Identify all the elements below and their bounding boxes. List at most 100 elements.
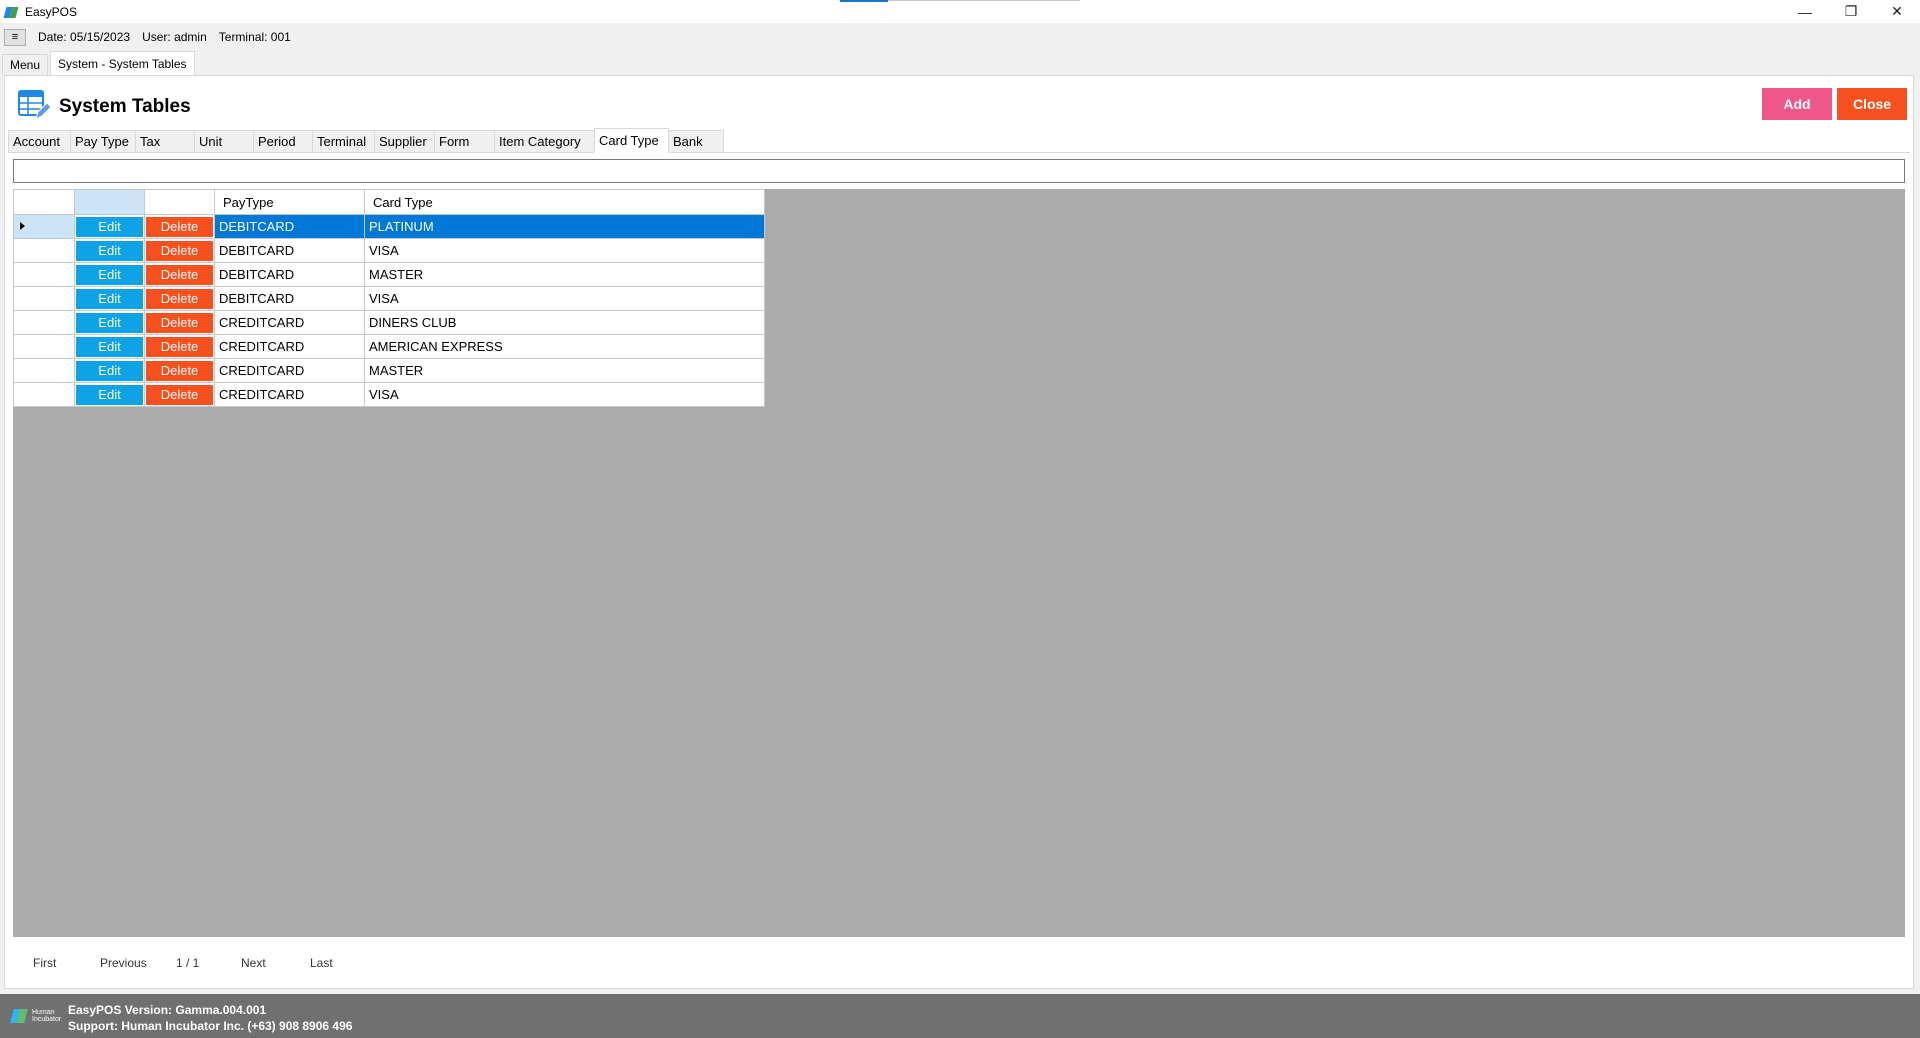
next-page-button[interactable]: Next: [241, 956, 266, 970]
add-button[interactable]: Add: [1762, 88, 1832, 120]
section-tab-bank[interactable]: Bank: [668, 130, 724, 152]
minimize-icon[interactable]: —: [1782, 0, 1828, 23]
paytype-cell[interactable]: CREDITCARD: [214, 310, 365, 335]
row-header-column: [13, 189, 75, 215]
section-tab-item-category[interactable]: Item Category: [494, 130, 595, 152]
row-header-cell[interactable]: [13, 334, 75, 359]
cardtype-column-header[interactable]: Card Type: [364, 189, 765, 215]
tab-system-tables[interactable]: System - System Tables: [50, 51, 195, 75]
delete-button[interactable]: Delete: [146, 288, 213, 309]
edit-column-header[interactable]: [74, 189, 145, 215]
human-incubator-logo-icon: Human Incubator: [10, 1009, 64, 1025]
paytype-cell[interactable]: CREDITCARD: [214, 334, 365, 359]
main-panel: System Tables Add Close Account Pay Type T…: [4, 75, 1914, 989]
delete-button[interactable]: Delete: [146, 240, 213, 261]
paytype-cell[interactable]: DEBITCARD: [214, 286, 365, 311]
table-row[interactable]: Edit Delete CREDITCARD MASTER: [13, 358, 765, 383]
edit-cell: Edit: [74, 262, 145, 287]
footer: Human Incubator EasyPOS Version: Gamma.0…: [0, 994, 1920, 1038]
delete-button[interactable]: Delete: [146, 384, 213, 405]
edit-cell: Edit: [74, 286, 145, 311]
title-accent-line: [888, 0, 1080, 1]
close-window-icon[interactable]: ✕: [1874, 0, 1920, 23]
row-header-cell[interactable]: [13, 238, 75, 263]
section-tab-period[interactable]: Period: [253, 130, 313, 152]
row-header-cell[interactable]: [13, 358, 75, 383]
edit-button[interactable]: Edit: [76, 384, 143, 405]
delete-button[interactable]: Delete: [146, 312, 213, 333]
cardtype-cell[interactable]: MASTER: [364, 358, 765, 383]
edit-button[interactable]: Edit: [76, 240, 143, 261]
delete-cell: Delete: [144, 262, 215, 287]
footer-logo-text: Human Incubator: [32, 1009, 62, 1023]
cardtype-cell[interactable]: VISA: [364, 238, 765, 263]
row-header-cell[interactable]: [13, 214, 75, 239]
edit-cell: Edit: [74, 334, 145, 359]
paytype-cell[interactable]: DEBITCARD: [214, 262, 365, 287]
table-row[interactable]: Edit Delete DEBITCARD MASTER: [13, 262, 765, 287]
cardtype-cell[interactable]: PLATINUM: [364, 214, 765, 239]
delete-column-header[interactable]: [144, 189, 215, 215]
terminal-label: Terminal: 001: [218, 30, 291, 44]
table-row[interactable]: Edit Delete CREDITCARD VISA: [13, 382, 765, 407]
row-header-cell[interactable]: [13, 262, 75, 287]
search-input[interactable]: [13, 159, 1905, 183]
cardtype-cell[interactable]: VISA: [364, 286, 765, 311]
close-button[interactable]: Close: [1837, 88, 1907, 120]
table-row[interactable]: Edit Delete CREDITCARD DINERS CLUB: [13, 310, 765, 335]
title-accent: [840, 0, 888, 2]
page-title: System Tables: [59, 96, 191, 117]
row-header-cell[interactable]: [13, 310, 75, 335]
row-header-cell[interactable]: [13, 286, 75, 311]
edit-cell: Edit: [74, 310, 145, 335]
delete-button[interactable]: Delete: [146, 360, 213, 381]
delete-button[interactable]: Delete: [146, 216, 213, 237]
paytype-cell[interactable]: CREDITCARD: [214, 358, 365, 383]
section-tab-unit[interactable]: Unit: [194, 130, 254, 152]
paytype-column-header[interactable]: PayType: [214, 189, 365, 215]
delete-cell: Delete: [144, 310, 215, 335]
section-tab-pay-type[interactable]: Pay Type: [70, 130, 136, 152]
delete-button[interactable]: Delete: [146, 264, 213, 285]
edit-button[interactable]: Edit: [76, 336, 143, 357]
cardtype-cell[interactable]: DINERS CLUB: [364, 310, 765, 335]
section-tab-terminal[interactable]: Terminal: [312, 130, 375, 152]
caret-right-icon: [20, 222, 25, 230]
window-controls: — ❐ ✕: [1782, 0, 1920, 23]
previous-page-button[interactable]: Previous: [100, 956, 147, 970]
edit-button[interactable]: Edit: [76, 216, 143, 237]
table-row[interactable]: Edit Delete DEBITCARD PLATINUM: [13, 214, 765, 239]
tab-menu[interactable]: Menu: [2, 54, 49, 75]
table-row[interactable]: Edit Delete CREDITCARD AMERICAN EXPRESS: [13, 334, 765, 359]
section-tab-tax[interactable]: Tax: [135, 130, 195, 152]
cardtype-cell[interactable]: VISA: [364, 382, 765, 407]
paytype-cell[interactable]: DEBITCARD: [214, 214, 365, 239]
hamburger-icon[interactable]: ≡: [4, 28, 26, 46]
section-tab-account[interactable]: Account: [8, 130, 71, 152]
delete-button[interactable]: Delete: [146, 336, 213, 357]
paytype-cell[interactable]: DEBITCARD: [214, 238, 365, 263]
row-header-cell[interactable]: [13, 382, 75, 407]
edit-button[interactable]: Edit: [76, 360, 143, 381]
restore-icon[interactable]: ❐: [1828, 0, 1874, 23]
paytype-cell[interactable]: CREDITCARD: [214, 382, 365, 407]
support-label: Support: Human Incubator Inc. (+63) 908 …: [68, 1019, 353, 1033]
delete-cell: Delete: [144, 382, 215, 407]
first-page-button[interactable]: First: [33, 956, 56, 970]
cardtype-cell[interactable]: MASTER: [364, 262, 765, 287]
version-label: EasyPOS Version: Gamma.004.001: [68, 1003, 267, 1017]
section-tab-supplier[interactable]: Supplier: [374, 130, 435, 152]
edit-cell: Edit: [74, 358, 145, 383]
table-row[interactable]: Edit Delete DEBITCARD VISA: [13, 238, 765, 263]
section-tab-form[interactable]: Form: [434, 130, 495, 152]
table-edit-icon: [18, 90, 51, 120]
edit-cell: Edit: [74, 214, 145, 239]
cardtype-cell[interactable]: AMERICAN EXPRESS: [364, 334, 765, 359]
edit-button[interactable]: Edit: [76, 264, 143, 285]
edit-button[interactable]: Edit: [76, 288, 143, 309]
last-page-button[interactable]: Last: [310, 956, 333, 970]
table-row[interactable]: Edit Delete DEBITCARD VISA: [13, 286, 765, 311]
section-tab-card-type[interactable]: Card Type: [594, 128, 669, 153]
edit-cell: Edit: [74, 238, 145, 263]
edit-button[interactable]: Edit: [76, 312, 143, 333]
